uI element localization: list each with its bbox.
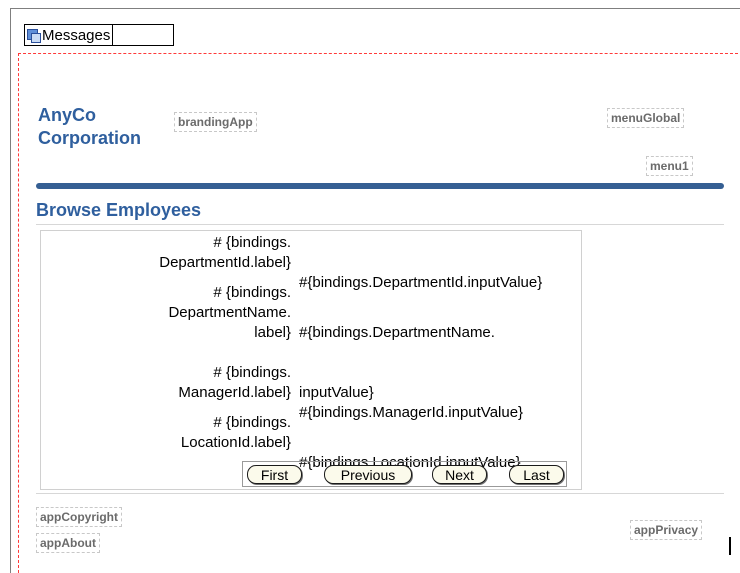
branding-app-facet[interactable]: brandingApp	[174, 112, 257, 132]
brand-name: AnyCo Corporation	[38, 104, 141, 150]
menu1-facet[interactable]: menu1	[646, 156, 693, 176]
messages-cell[interactable]: Messages	[25, 25, 114, 45]
brand-line-1: AnyCo	[38, 105, 96, 125]
menu-global-facet[interactable]: menuGlobal	[607, 108, 685, 128]
previous-button[interactable]: Previous	[324, 465, 412, 484]
canvas-frame-top	[10, 8, 740, 9]
brand-line-2: Corporation	[38, 128, 141, 148]
messages-icon	[27, 28, 41, 43]
canvas-frame-left	[10, 8, 11, 573]
department-id-label[interactable]: # {bindings. DepartmentId.label}	[41, 233, 291, 273]
next-button[interactable]: Next	[432, 465, 487, 484]
employee-form: # {bindings. DepartmentId.label} #{bindi…	[40, 230, 582, 490]
location-id-label[interactable]: # {bindings. LocationId.label}	[41, 413, 291, 453]
app-privacy-facet[interactable]: appPrivacy	[630, 520, 703, 540]
text-cursor	[729, 537, 731, 555]
manager-id-label[interactable]: # {bindings. ManagerId.label}	[41, 363, 291, 403]
footer-separator	[36, 493, 724, 494]
app-about-facet[interactable]: appAbout	[36, 533, 100, 553]
jsf-design-canvas: Messages AnyCo Corporation brandingApp m…	[0, 0, 740, 573]
page-title: Browse Employees	[36, 200, 202, 220]
messages-label: Messages	[42, 26, 111, 44]
app-copyright-facet[interactable]: appCopyright	[36, 507, 122, 527]
last-button[interactable]: Last	[509, 465, 564, 484]
title-underline	[36, 224, 724, 225]
department-name-label[interactable]: # {bindings. DepartmentName. label}	[41, 283, 291, 343]
navigation-button-bar: First Previous Next Last	[242, 461, 567, 487]
first-button[interactable]: First	[247, 465, 302, 484]
messages-component[interactable]: Messages	[24, 24, 174, 46]
header-separator	[36, 183, 724, 189]
